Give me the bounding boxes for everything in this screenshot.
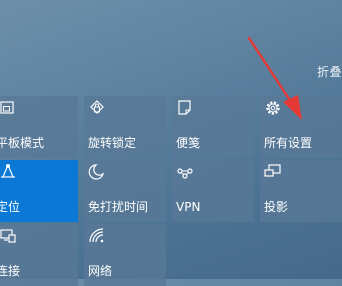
tile-note[interactable]: 便笺 — [172, 96, 254, 158]
tile-rotation-lock[interactable]: 旋转锁定 — [84, 96, 166, 158]
collapse-link[interactable]: 折叠 — [317, 63, 342, 80]
tile-label: 定位 — [0, 200, 21, 214]
note-icon — [176, 99, 194, 117]
project-icon — [264, 163, 282, 181]
tile-tablet-mode[interactable]: 平板模式 — [0, 96, 78, 158]
tile-label: 平板模式 — [0, 136, 45, 150]
connect-icon — [0, 227, 18, 245]
vpn-icon — [176, 163, 194, 181]
tablet-mode-icon — [0, 99, 18, 117]
tile-label: 所有设置 — [264, 136, 313, 150]
moon-icon — [88, 163, 106, 181]
tile-connect[interactable]: 连接 — [0, 224, 78, 286]
tile-label: 免打扰时间 — [88, 200, 149, 214]
tile-label: 旋转锁定 — [88, 136, 137, 150]
tile-location[interactable]: 定位 — [0, 160, 78, 222]
network-icon — [88, 227, 106, 245]
tile-label: 网络 — [88, 264, 113, 278]
tile-label: 投影 — [264, 200, 289, 214]
tile-project[interactable]: 投影 — [260, 160, 342, 222]
gear-icon — [264, 99, 282, 117]
action-center-header: 折叠 — [0, 0, 342, 96]
tile-quiet-hours[interactable]: 免打扰时间 — [84, 160, 166, 222]
tile-network[interactable]: 网络 — [84, 224, 166, 286]
location-icon — [0, 163, 18, 181]
tile-label: 连接 — [0, 264, 21, 278]
rotation-lock-icon — [88, 99, 106, 117]
tile-all-settings[interactable]: 所有设置 — [260, 96, 342, 158]
tile-vpn[interactable]: VPN — [172, 160, 254, 222]
tile-label: 便笺 — [176, 136, 201, 150]
tile-label: VPN — [176, 200, 201, 214]
